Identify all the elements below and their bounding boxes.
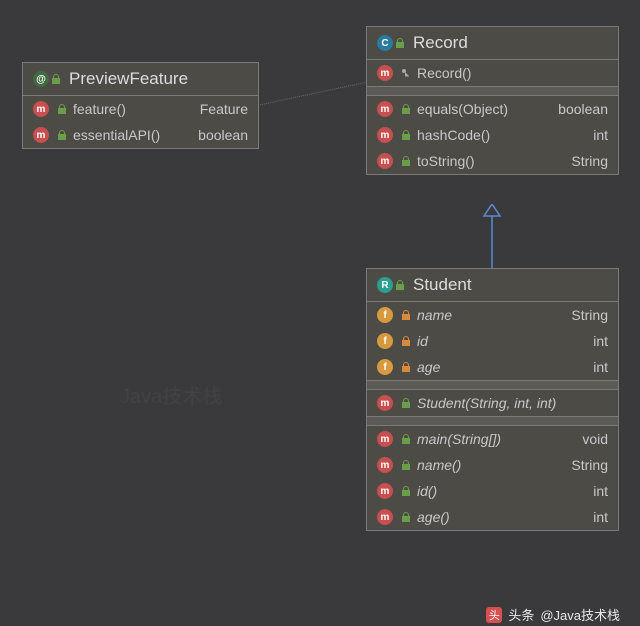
- member-name: id(): [417, 483, 587, 499]
- toutiao-icon: 头: [486, 607, 502, 623]
- lock-icon: [401, 130, 411, 140]
- method-icon: m: [377, 431, 393, 447]
- method-icon: m: [377, 65, 393, 81]
- field-icon: f: [377, 333, 393, 349]
- inheritance-arrow: [480, 204, 504, 270]
- lock-icon: [401, 104, 411, 114]
- member-type: int: [593, 333, 608, 349]
- member-name: age: [417, 359, 587, 375]
- section-separator: [367, 380, 618, 390]
- member-type: int: [593, 127, 608, 143]
- member-type: int: [593, 509, 608, 525]
- method-icon: m: [33, 101, 49, 117]
- member-type: int: [593, 483, 608, 499]
- class-preview-feature[interactable]: @ PreviewFeature m feature() Feature m e…: [22, 62, 259, 149]
- method-icon: m: [377, 395, 393, 411]
- member-name: hashCode(): [417, 127, 587, 143]
- member-name: feature(): [73, 101, 194, 117]
- dependency-line: [257, 82, 365, 106]
- lock-icon: [401, 512, 411, 522]
- member-type: String: [571, 457, 608, 473]
- member-name: Record(): [417, 65, 608, 81]
- member-type: boolean: [558, 101, 608, 117]
- field-row[interactable]: f age int: [367, 354, 618, 380]
- lock-icon: [401, 362, 411, 372]
- lock-icon: [395, 38, 405, 48]
- member-name: equals(Object): [417, 101, 552, 117]
- method-icon: m: [377, 153, 393, 169]
- member-row[interactable]: m age() int: [367, 504, 618, 530]
- key-icon: [401, 68, 411, 78]
- member-name: toString(): [417, 153, 565, 169]
- lock-icon: [401, 336, 411, 346]
- method-icon: m: [377, 457, 393, 473]
- field-icon: f: [377, 307, 393, 323]
- member-row[interactable]: m feature() Feature: [23, 96, 258, 122]
- class-header: @ PreviewFeature: [23, 63, 258, 96]
- member-type: int: [593, 359, 608, 375]
- member-row[interactable]: m equals(Object) boolean: [367, 96, 618, 122]
- member-name: Student(String, int, int): [417, 395, 608, 411]
- class-record[interactable]: C Record m Record() m equals(Object) boo…: [366, 26, 619, 175]
- member-row[interactable]: m main(String[]) void: [367, 426, 618, 452]
- member-row[interactable]: m name() String: [367, 452, 618, 478]
- method-icon: m: [377, 509, 393, 525]
- method-icon: m: [377, 483, 393, 499]
- class-title: PreviewFeature: [69, 69, 188, 89]
- member-type: Feature: [200, 101, 248, 117]
- lock-icon: [401, 460, 411, 470]
- annotation-icon: @: [33, 71, 49, 87]
- member-row[interactable]: m hashCode() int: [367, 122, 618, 148]
- class-header: R Student: [367, 269, 618, 302]
- lock-icon: [401, 486, 411, 496]
- member-name: main(String[]): [417, 431, 576, 447]
- member-type: String: [571, 153, 608, 169]
- lock-icon: [401, 434, 411, 444]
- lock-icon: [401, 398, 411, 408]
- class-title: Student: [413, 275, 472, 295]
- member-name: age(): [417, 509, 587, 525]
- member-type: void: [582, 431, 608, 447]
- section-separator: [367, 86, 618, 96]
- footer-prefix: 头条: [508, 605, 534, 624]
- method-icon: m: [377, 127, 393, 143]
- field-row[interactable]: f name String: [367, 302, 618, 328]
- class-title: Record: [413, 33, 468, 53]
- lock-icon: [401, 310, 411, 320]
- member-row[interactable]: m toString() String: [367, 148, 618, 174]
- field-row[interactable]: f id int: [367, 328, 618, 354]
- member-type: String: [571, 307, 608, 323]
- member-type: boolean: [198, 127, 248, 143]
- member-name: essentialAPI(): [73, 127, 192, 143]
- section-separator: [367, 416, 618, 426]
- member-name: name: [417, 307, 565, 323]
- class-header: C Record: [367, 27, 618, 60]
- member-row[interactable]: m id() int: [367, 478, 618, 504]
- field-icon: f: [377, 359, 393, 375]
- footer-handle: @Java技术栈: [540, 605, 620, 624]
- member-name: name(): [417, 457, 565, 473]
- lock-icon: [395, 280, 405, 290]
- record-icon: R: [377, 277, 393, 293]
- class-student[interactable]: R Student f name String f id int f age i…: [366, 268, 619, 531]
- method-icon: m: [377, 101, 393, 117]
- lock-icon: [401, 156, 411, 166]
- lock-icon: [57, 130, 67, 140]
- footer-attribution: 头 头条 @Java技术栈: [486, 605, 620, 624]
- member-row[interactable]: m essentialAPI() boolean: [23, 122, 258, 148]
- class-icon: C: [377, 35, 393, 51]
- constructor-row[interactable]: m Student(String, int, int): [367, 390, 618, 416]
- member-name: id: [417, 333, 587, 349]
- constructor-row[interactable]: m Record(): [367, 60, 618, 86]
- lock-icon: [57, 104, 67, 114]
- method-icon: m: [33, 127, 49, 143]
- lock-icon: [51, 74, 61, 84]
